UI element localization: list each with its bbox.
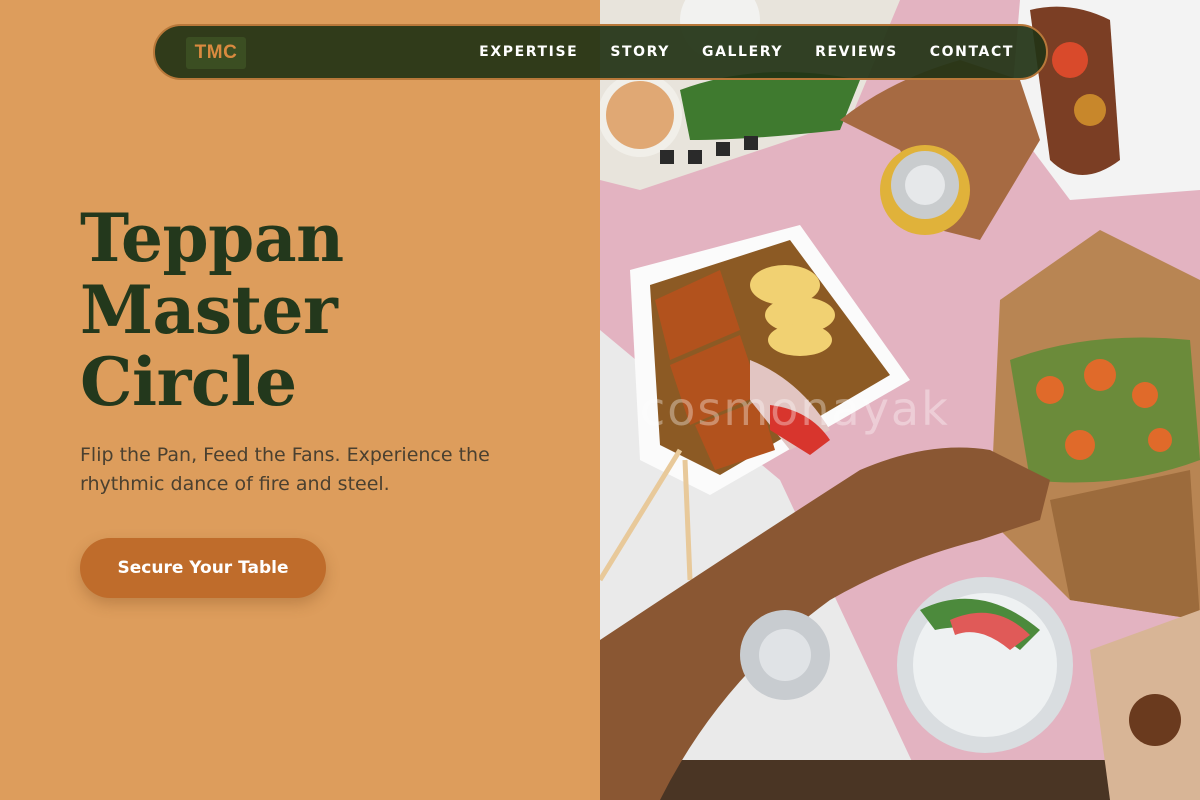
nav-link-reviews[interactable]: REVIEWS	[815, 44, 898, 60]
logo[interactable]: TMC	[186, 37, 246, 69]
nav-link-expertise[interactable]: EXPERTISE	[479, 44, 578, 60]
nav-link-story[interactable]: STORY	[610, 44, 670, 60]
hero-subtitle: Flip the Pan, Feed the Fans. Experience …	[80, 444, 490, 495]
hero-title-line-1: Teppan	[80, 199, 344, 277]
secure-table-button[interactable]: Secure Your Table	[80, 538, 326, 598]
photo-watermark: cosmonayak	[640, 382, 950, 436]
hero-food-photo: cosmonayak	[600, 0, 1200, 800]
top-navbar: TMC EXPERTISE STORY GALLERY REVIEWS CONT…	[153, 24, 1048, 80]
hero-title-line-3: Circle	[80, 343, 297, 421]
hero-left-panel: Teppan Master Circle Flip the Pan, Feed …	[0, 0, 600, 800]
food-photo-illustration: cosmonayak	[600, 0, 1200, 800]
hero-title-line-2: Master	[80, 271, 338, 349]
hero-title: Teppan Master Circle	[80, 202, 480, 418]
nav-link-contact[interactable]: CONTACT	[930, 44, 1014, 60]
nav-links: EXPERTISE STORY GALLERY REVIEWS CONTACT	[479, 26, 1014, 78]
nav-link-gallery[interactable]: GALLERY	[702, 44, 783, 60]
logo-text: TMC	[194, 42, 238, 63]
